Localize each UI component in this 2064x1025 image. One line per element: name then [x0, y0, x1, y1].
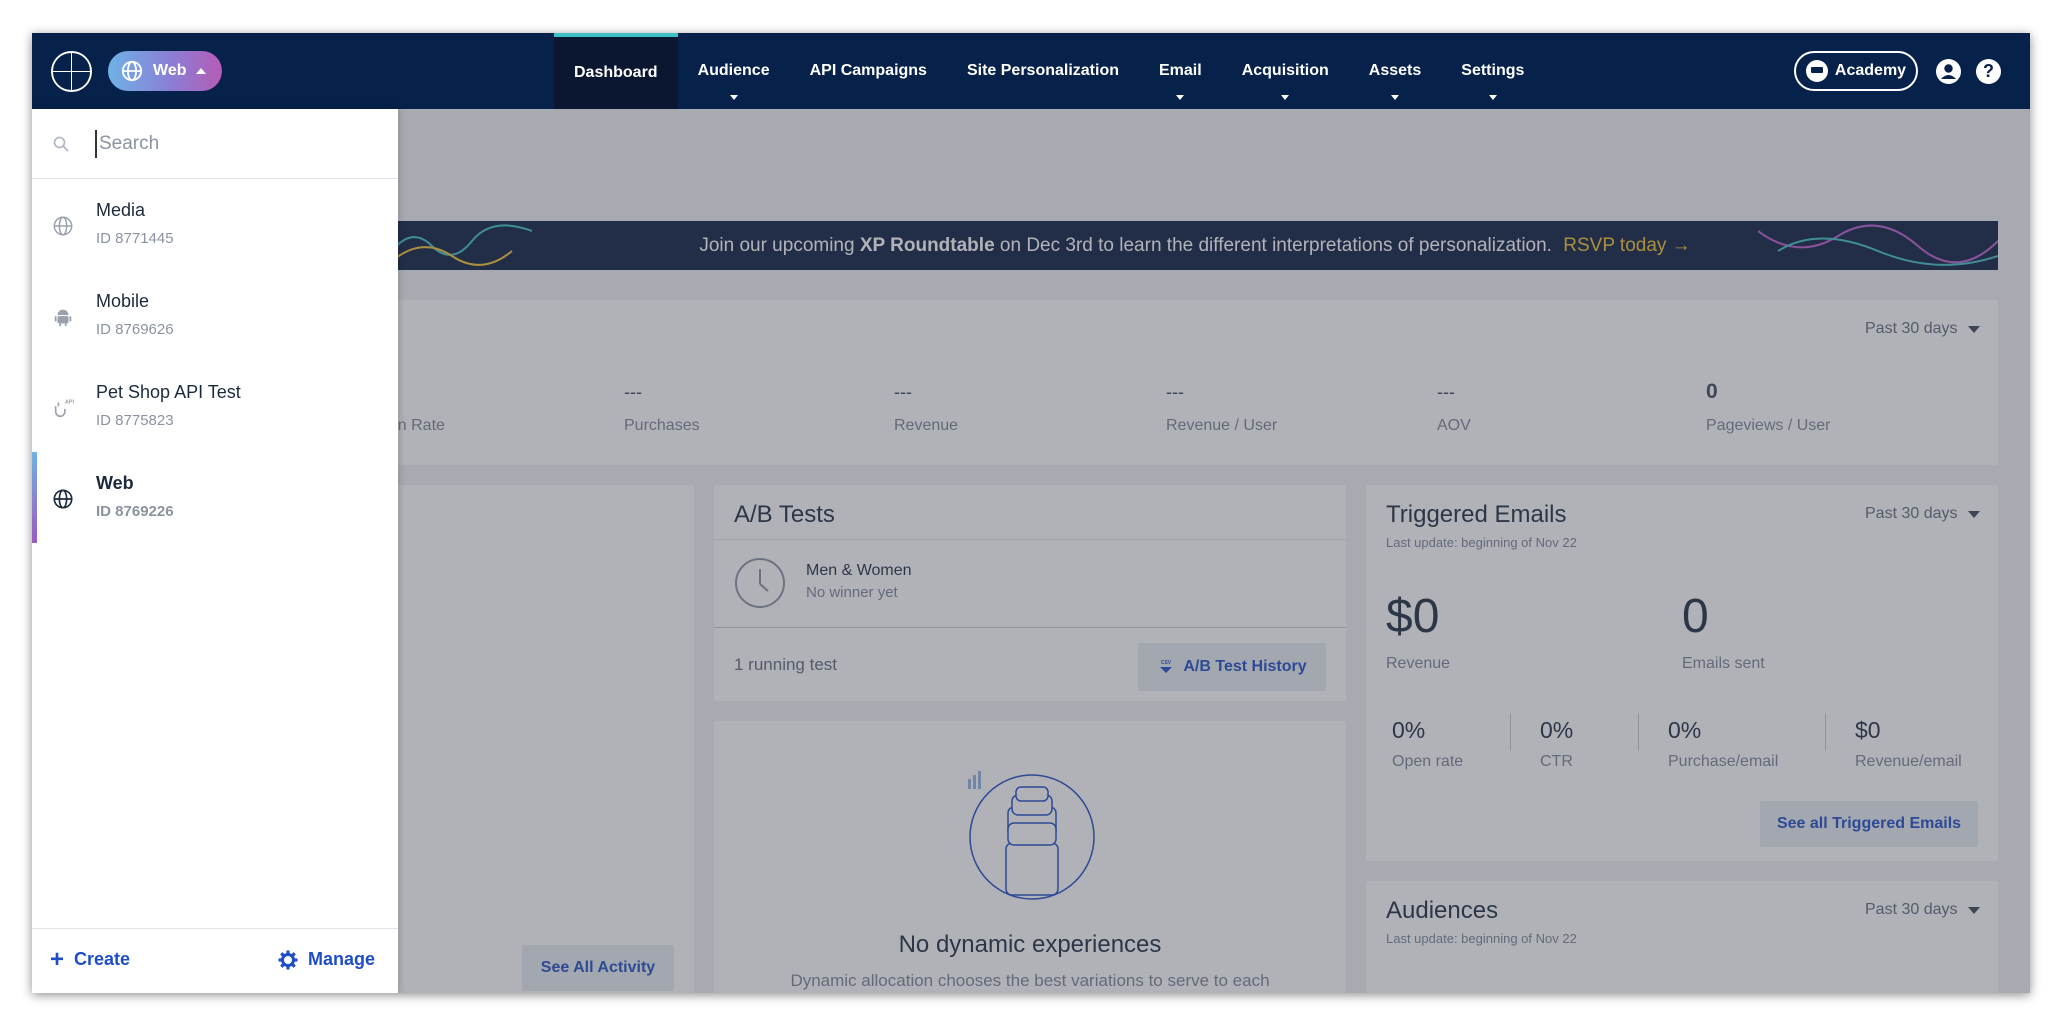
- svg-text:API: API: [65, 399, 74, 405]
- site-name: Web: [96, 473, 134, 493]
- site-panel-footer: + Create Manage: [32, 928, 398, 993]
- app-window: Web Dashboard Audience API Campaigns Site P…: [32, 33, 2030, 993]
- nav-item-email[interactable]: Email: [1139, 33, 1222, 109]
- site-id: ID 8775823: [96, 412, 174, 429]
- api-icon: API: [54, 399, 74, 418]
- create-site-button[interactable]: + Create: [50, 945, 130, 973]
- site-selector-button[interactable]: Web: [108, 51, 222, 91]
- nav-item-api-campaigns[interactable]: API Campaigns: [790, 33, 947, 109]
- site-id: ID 8769626: [96, 321, 174, 338]
- chevron-down-icon: [1488, 95, 1497, 100]
- nav-item-label: Dashboard: [574, 64, 658, 81]
- brand-logo-icon[interactable]: [51, 51, 92, 92]
- nav-item-acquisition[interactable]: Acquisition: [1222, 33, 1349, 109]
- globe-icon: [53, 489, 73, 509]
- academy-label: Academy: [1834, 62, 1907, 79]
- gear-icon: [278, 950, 298, 969]
- nav-item-label: Site Personalization: [966, 62, 1119, 79]
- globe-icon: [121, 60, 143, 82]
- chevron-down-icon: [1391, 95, 1400, 100]
- site-item-media[interactable]: Media ID 8771445: [32, 179, 398, 270]
- graduation-cap-icon: [1805, 60, 1828, 82]
- site-id: ID 8771445: [96, 230, 174, 247]
- top-navbar: Web Dashboard Audience API Campaigns Site P…: [32, 33, 2030, 109]
- nav-item-label: Assets: [1368, 62, 1422, 79]
- site-switcher-panel: Media ID 8771445 Mobile ID 8769626 API P…: [32, 109, 398, 993]
- site-item-mobile[interactable]: Mobile ID 8769626: [32, 270, 398, 361]
- nav-item-site-personalization[interactable]: Site Personalization: [947, 33, 1139, 109]
- site-name: Mobile: [96, 291, 150, 311]
- nav-item-settings[interactable]: Settings: [1441, 33, 1544, 109]
- main-nav: Dashboard Audience API Campaigns Site Perso…: [554, 33, 1544, 109]
- site-id: ID 8769226: [96, 503, 174, 520]
- nav-item-label: Audience: [697, 62, 770, 79]
- site-search: [32, 109, 398, 179]
- chevron-down-icon: [1176, 95, 1185, 100]
- chevron-down-icon: [1281, 95, 1290, 100]
- academy-button[interactable]: Academy: [1794, 51, 1918, 91]
- manage-sites-button[interactable]: Manage: [278, 949, 375, 970]
- site-name: Pet Shop API Test: [96, 382, 241, 402]
- nav-item-label: Email: [1159, 62, 1202, 79]
- android-icon: [54, 309, 72, 327]
- nav-item-assets[interactable]: Assets: [1349, 33, 1441, 109]
- nav-item-label: API Campaigns: [809, 62, 927, 79]
- plus-icon: +: [50, 945, 65, 973]
- help-icon[interactable]: ?: [1976, 59, 2001, 84]
- nav-item-label: Settings: [1461, 62, 1525, 79]
- nav-item-dashboard[interactable]: Dashboard: [554, 33, 678, 109]
- nav-item-label: Acquisition: [1241, 62, 1329, 79]
- search-icon: [53, 136, 69, 152]
- site-search-input[interactable]: [95, 130, 375, 158]
- site-item-web[interactable]: Web ID 8769226: [32, 452, 398, 543]
- globe-icon: [53, 216, 73, 236]
- site-selector-label: Web: [153, 62, 187, 79]
- chevron-down-icon: [729, 95, 738, 100]
- site-name: Media: [96, 200, 146, 220]
- nav-item-audience[interactable]: Audience: [678, 33, 790, 109]
- chevron-up-icon: [196, 68, 207, 74]
- site-item-pet-shop-api-test[interactable]: API Pet Shop API Test ID 8775823: [32, 361, 398, 452]
- user-account-icon[interactable]: [1936, 59, 1961, 84]
